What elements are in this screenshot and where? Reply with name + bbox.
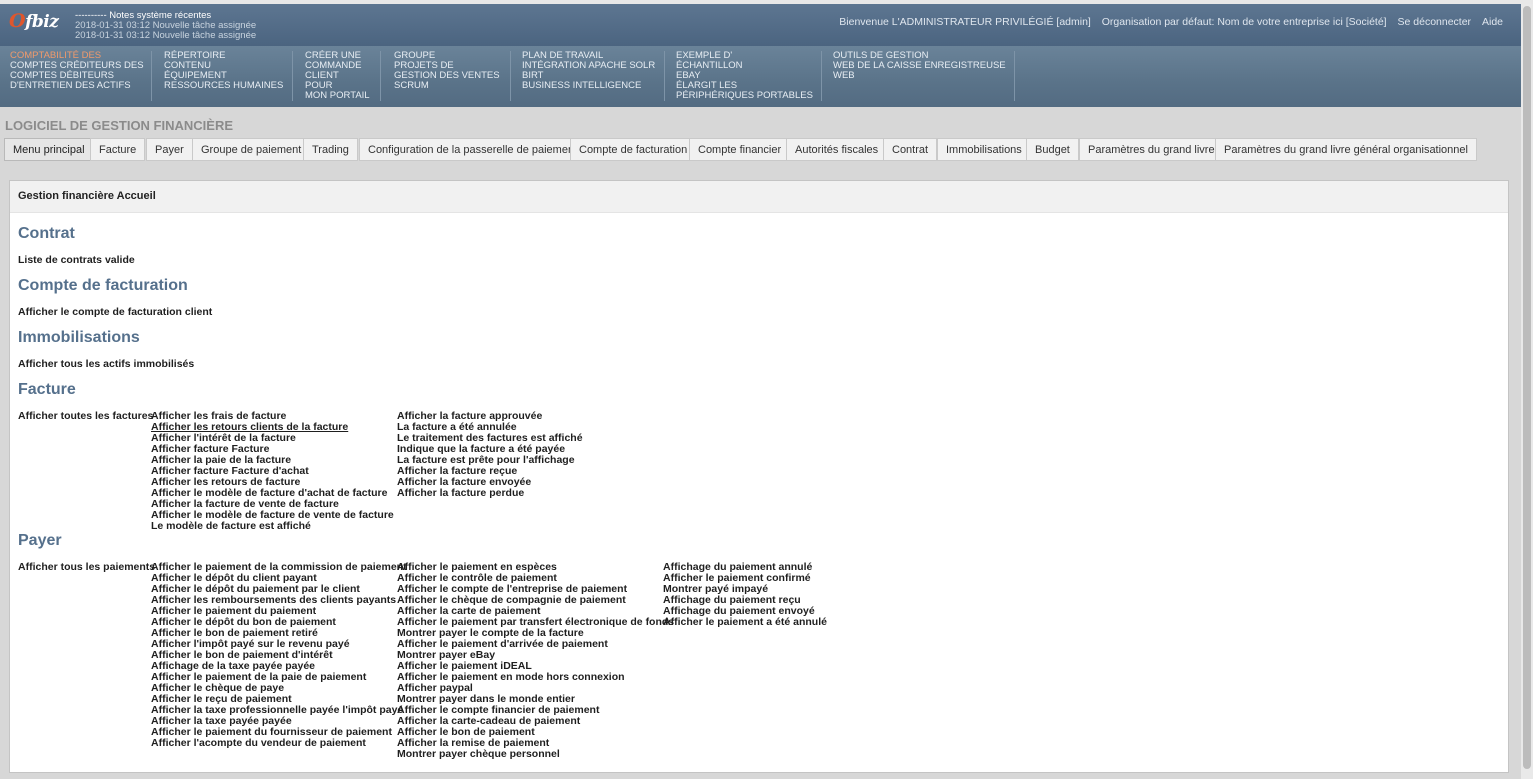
tab-org-ledger-settings[interactable]: Paramètres du grand livre général organi… [1215, 138, 1477, 161]
app-group[interactable]: Groupe projets de gestion des ventes Scr… [384, 51, 511, 101]
app-item[interactable]: périphériques portables [676, 91, 821, 101]
payment-col-1: Afficher tous les paiements [18, 562, 155, 573]
tab-trading[interactable]: Trading [303, 138, 358, 161]
app-item[interactable]: Ressources humaines [164, 81, 292, 91]
link-all-payments[interactable]: Afficher tous les paiements [18, 562, 155, 573]
app-item[interactable]: Scrum [394, 81, 510, 91]
welcome-text: Bienvenue L'ADMINISTRATEUR PRIVILÉGIÉ [a… [839, 16, 1091, 28]
scrollbar-thumb[interactable] [1523, 6, 1531, 769]
invoice-col-2: Afficher les frais de facture Afficher l… [151, 411, 394, 532]
tab-payment-group[interactable]: Groupe de paiement [192, 138, 311, 161]
logout-link[interactable]: Se déconnecter [1398, 16, 1472, 28]
app-item[interactable]: mon portail [305, 91, 380, 101]
tab-budget[interactable]: Budget [1026, 138, 1079, 161]
app-tools[interactable]: Outils de gestion web de la caisse enreg… [823, 51, 1015, 101]
app-directory[interactable]: Répertoire Contenu Équipement Ressources… [154, 51, 293, 101]
application-bar: Comptabilité des comptes créditeurs des … [0, 46, 1521, 107]
tab-payment[interactable]: Payer [146, 138, 193, 161]
app-workplan[interactable]: Plan de travail Intégration Apache SOLR … [512, 51, 665, 101]
system-note[interactable]: 2018-01-31 03:12 Nouvelle tâche assignée [75, 31, 256, 41]
app-item[interactable]: Intégration Apache SOLR [522, 61, 664, 71]
invoice-link[interactable]: Le modèle de facture est affiché [151, 521, 394, 532]
app-item[interactable]: d'entretien des actifs [10, 81, 151, 91]
payment-col-2: Afficher le paiement de la commission de… [151, 562, 407, 749]
payment-link[interactable]: Afficher l'acompte du vendeur de paiemen… [151, 738, 407, 749]
tab-contract[interactable]: Contrat [883, 138, 938, 161]
app-order[interactable]: Créer une commande client pour mon porta… [295, 51, 381, 101]
app-accounting[interactable]: Comptabilité des comptes créditeurs des … [0, 51, 152, 101]
link-valid-contracts[interactable]: Liste de contrats valide [18, 255, 135, 266]
payment-method-link[interactable]: Montrer payer chèque personnel [397, 749, 674, 760]
help-link[interactable]: Aide [1482, 16, 1503, 28]
tab-fixed-assets[interactable]: Immobilisations [937, 138, 1031, 161]
tab-tax-authorities[interactable]: Autorités fiscales [786, 138, 888, 161]
payment-col-4: Affichage du paiement annulé Afficher le… [663, 562, 827, 628]
vertical-scrollbar[interactable] [1521, 4, 1533, 779]
system-notes: ---------- Notes système récentes 2018-0… [75, 11, 256, 41]
header-bar: Ofbiz ---------- Notes système récentes … [0, 4, 1521, 46]
tab-invoice[interactable]: Facture [90, 138, 146, 161]
app-item[interactable]: web de la caisse enregistreuse [833, 61, 1014, 71]
ofbiz-logo[interactable]: Ofbiz [9, 10, 59, 32]
section-title-invoice: Facture [18, 381, 76, 398]
link-fixed-assets[interactable]: Afficher tous les actifs immobilisés [18, 359, 194, 370]
header-user-area: Bienvenue L'ADMINISTRATEUR PRIVILÉGIÉ [a… [831, 16, 1503, 28]
invoice-col-3: Afficher la facture approuvée La facture… [397, 411, 583, 499]
tab-billing-account[interactable]: Compte de facturation [570, 138, 697, 161]
tab-financial-account[interactable]: Compte financier [689, 138, 791, 161]
tab-payment-gateway-config[interactable]: Configuration de la passerelle de paieme… [359, 138, 587, 161]
app-title: Logiciel de gestion financière [5, 118, 234, 133]
main-panel: Gestion financière Accueil Contrat Liste… [9, 180, 1509, 773]
organisation-link[interactable]: Organisation par défaut: Nom de votre en… [1102, 16, 1387, 28]
section-title-contract: Contrat [18, 225, 75, 242]
payment-col-3: Afficher le paiement en espèces Afficher… [397, 562, 674, 760]
link-billing-account[interactable]: Afficher le compte de facturation client [18, 307, 212, 318]
section-title-billing-account: Compte de facturation [18, 277, 188, 294]
tab-main-menu[interactable]: Menu principal [4, 138, 94, 161]
section-title-fixed-assets: Immobilisations [18, 329, 140, 346]
invoice-col-1: Afficher toutes les factures [18, 411, 153, 422]
invoice-status-link[interactable]: Afficher la facture perdue [397, 488, 583, 499]
app-example[interactable]: Exemple d' échantillon eBay élargit les … [666, 51, 822, 101]
app-item[interactable]: web [833, 71, 1014, 81]
tab-ledger-settings[interactable]: Paramètres du grand livre [1079, 138, 1224, 161]
link-all-invoices[interactable]: Afficher toutes les factures [18, 411, 153, 422]
section-title-payment: Payer [18, 532, 62, 549]
app-item[interactable]: Business Intelligence [522, 81, 664, 91]
payment-status-link[interactable]: Afficher le paiement a été annulé [663, 617, 827, 628]
panel-title: Gestion financière Accueil [10, 181, 1508, 213]
